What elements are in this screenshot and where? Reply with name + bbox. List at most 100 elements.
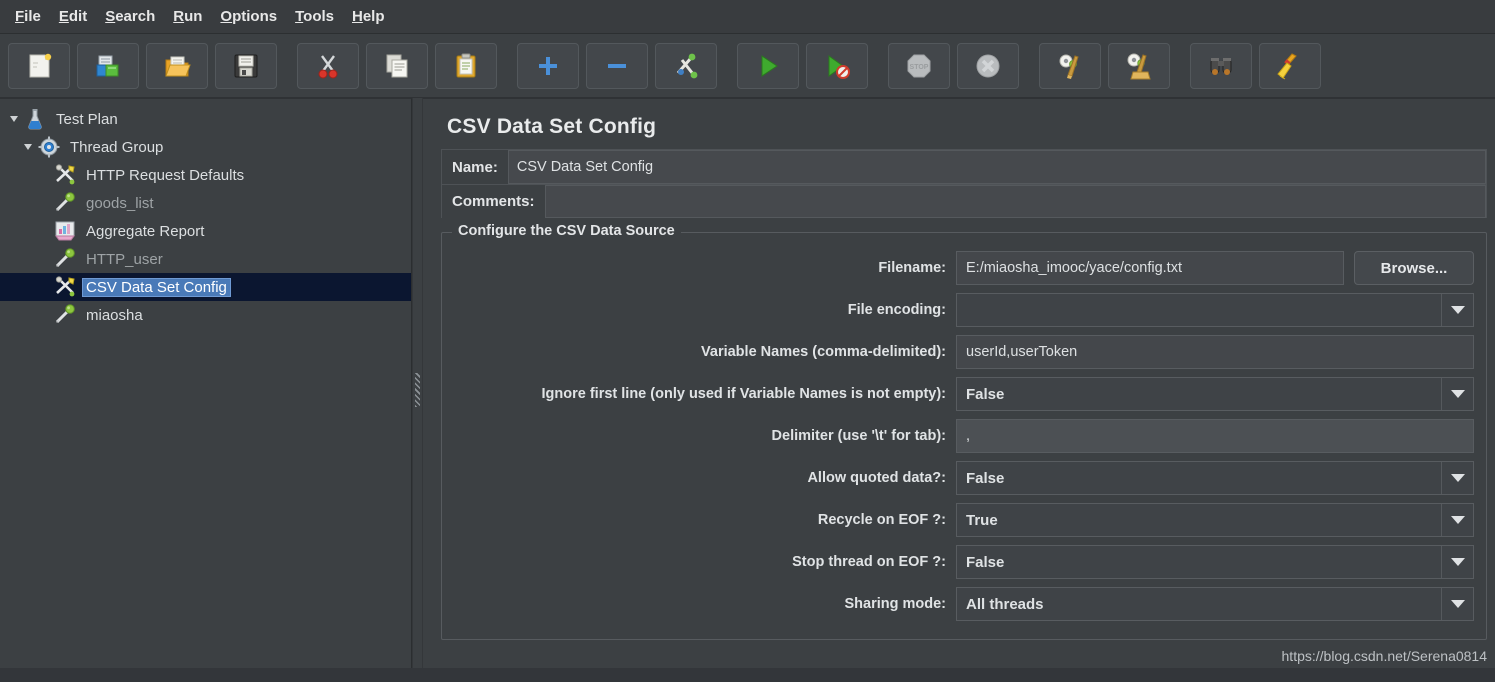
tree-node-label: Test Plan (56, 110, 118, 128)
delimiter-control: , (956, 419, 1474, 453)
recycle-on-eof-control: True (956, 503, 1474, 537)
chevron-down-icon[interactable] (1441, 504, 1473, 536)
menu-bar: File Edit Search Run Options Tools Help (0, 0, 1495, 34)
tree-node-thread-group[interactable]: Thread Group (0, 133, 411, 161)
tree-node-goods-list[interactable]: goods_list (0, 189, 411, 217)
test-plan-icon (22, 106, 48, 132)
toolbar-reset-search-button[interactable] (1259, 42, 1321, 89)
tree-node-http-request-defaults[interactable]: HTTP Request Defaults (0, 161, 411, 189)
recycle-on-eof-combo[interactable]: True (956, 503, 1474, 537)
toolbar-search-button[interactable] (1190, 42, 1252, 89)
filename-input[interactable]: E:/miaosha_imooc/yace/config.txt (956, 251, 1344, 285)
file-encoding-label: File encoding: (847, 302, 946, 318)
tree-node-label: Thread Group (70, 138, 164, 156)
toolbar-stop-button[interactable]: STOP (888, 42, 950, 89)
chevron-down-icon[interactable] (1441, 546, 1473, 578)
page-title: CSV Data Set Config (447, 115, 657, 138)
comments-row: Comments: (442, 184, 1486, 218)
delimiter-label: Delimiter (use '\t' for tab): (771, 428, 946, 444)
save-icon (234, 54, 258, 77)
csv-data-source-group: Configure the CSV Data Source Filename: … (441, 223, 1487, 640)
tree-node-csv-data-set-config[interactable]: CSV Data Set Config (0, 273, 411, 301)
file-encoding-value (957, 294, 1441, 326)
panel-splitter[interactable] (412, 98, 423, 682)
tree-node-label: goods_list (86, 194, 154, 212)
row-recycle-on-eof: Recycle on EOF ?: True (454, 503, 1474, 537)
toolbar-save-button[interactable] (215, 42, 277, 89)
chevron-down-icon[interactable] (1441, 378, 1473, 410)
tree-node-aggregate-report[interactable]: Aggregate Report (0, 217, 411, 245)
svg-text:STOP: STOP (910, 64, 929, 71)
toolbar-expand-all-button[interactable] (517, 42, 579, 89)
name-input[interactable]: CSV Data Set Config (507, 150, 1486, 184)
toolbar-start-no-pauses-button[interactable] (806, 42, 868, 89)
row-ignore-first-line: Ignore first line (only used if Variable… (454, 377, 1474, 411)
group-title: Configure the CSV Data Source (452, 223, 681, 239)
tree-expander[interactable] (6, 105, 22, 133)
stop-thread-on-eof-value: False (957, 546, 1441, 578)
ignore-first-line-combo[interactable]: False (956, 377, 1474, 411)
jmeter-window: File Edit Search Run Options Tools Help (0, 0, 1495, 682)
toolbar-templates-button[interactable] (77, 42, 139, 89)
toolbar-clear-all-button[interactable] (1108, 42, 1170, 89)
delimiter-input[interactable]: , (956, 419, 1474, 453)
filename-control: E:/miaosha_imooc/yace/config.txt Browse.… (956, 251, 1474, 285)
new-icon (29, 53, 52, 77)
start-icon (761, 54, 778, 77)
ignore-first-line-control: False (956, 377, 1474, 411)
toolbar-shutdown-button[interactable] (957, 42, 1019, 89)
file-encoding-control (956, 293, 1474, 327)
toolbar-paste-button[interactable] (435, 42, 497, 89)
chevron-down-icon[interactable] (1441, 294, 1473, 326)
recycle-on-eof-value: True (957, 504, 1441, 536)
start-no-pauses-icon (828, 54, 850, 79)
search-icon (1210, 57, 1232, 75)
sharing-mode-combo[interactable]: All threads (956, 587, 1474, 621)
allow-quoted-data-label: Allow quoted data?: (807, 470, 946, 486)
menu-file[interactable]: File (6, 5, 50, 28)
name-label: Name: (452, 158, 498, 176)
toolbar-cut-button[interactable] (297, 42, 359, 89)
variable-names-input[interactable]: userId,userToken (956, 335, 1474, 369)
filename-label: Filename: (878, 260, 946, 276)
recycle-on-eof-label: Recycle on EOF ?: (817, 512, 946, 528)
menu-tools[interactable]: Tools (286, 5, 343, 28)
clear-all-icon (1127, 53, 1151, 79)
file-encoding-combo[interactable] (956, 293, 1474, 327)
menu-search[interactable]: Search (96, 5, 164, 28)
tree-expander[interactable] (20, 133, 36, 161)
tree-node-miaosha[interactable]: miaosha (0, 301, 411, 329)
splitter-grip[interactable] (415, 373, 420, 407)
tree-node-http-user[interactable]: HTTP_user (0, 245, 411, 273)
row-sharing-mode: Sharing mode: All threads (454, 587, 1474, 621)
row-delimiter: Delimiter (use '\t' for tab): , (454, 419, 1474, 453)
ignore-first-line-value: False (957, 378, 1441, 410)
menu-run[interactable]: Run (164, 5, 211, 28)
toolbar-toggle-button[interactable] (655, 42, 717, 89)
toolbar-open-button[interactable] (146, 42, 208, 89)
tree-node-label: HTTP Request Defaults (86, 166, 245, 184)
collapse-all-icon (608, 63, 626, 68)
allow-quoted-data-combo[interactable]: False (956, 461, 1474, 495)
stop-icon: STOP (907, 54, 931, 77)
stop-thread-on-eof-label: Stop thread on EOF ?: (792, 554, 946, 570)
toolbar-new-button[interactable] (8, 42, 70, 89)
menu-options[interactable]: Options (211, 5, 286, 28)
toolbar-start-button[interactable] (737, 42, 799, 89)
menu-help[interactable]: Help (343, 5, 394, 28)
cut-icon (318, 54, 338, 78)
test-plan-tree[interactable]: Test Plan Thread Group HTTP Request Defa… (0, 98, 412, 682)
menu-edit[interactable]: Edit (50, 5, 96, 28)
browse-button[interactable]: Browse... (1354, 251, 1474, 285)
comments-input[interactable] (544, 185, 1486, 218)
ignore-first-line-label: Ignore first line (only used if Variable… (541, 386, 946, 402)
toolbar-collapse-all-button[interactable] (586, 42, 648, 89)
chevron-down-icon[interactable] (1441, 588, 1473, 620)
chevron-down-icon[interactable] (1441, 462, 1473, 494)
tree-node-test-plan[interactable]: Test Plan (0, 105, 411, 133)
variable-names-label: Variable Names (comma-delimited): (701, 344, 946, 360)
http-sampler-icon (52, 302, 78, 328)
stop-thread-on-eof-combo[interactable]: False (956, 545, 1474, 579)
toolbar-clear-button[interactable] (1039, 42, 1101, 89)
toolbar-copy-button[interactable] (366, 42, 428, 89)
